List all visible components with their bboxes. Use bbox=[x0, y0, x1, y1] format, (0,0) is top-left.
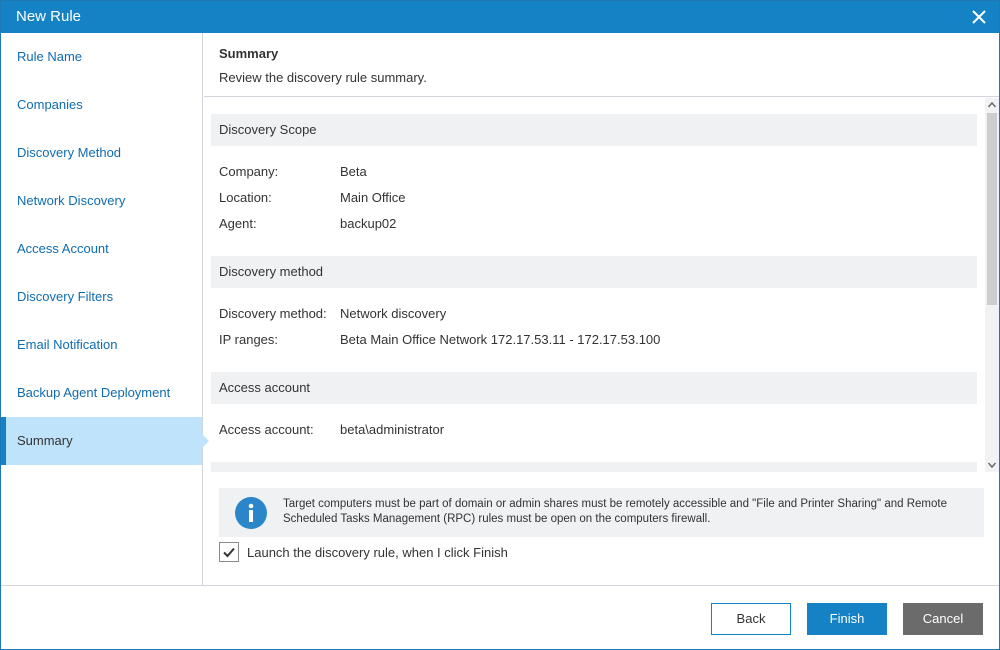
summary-value: Beta bbox=[340, 164, 367, 179]
step-email-notification[interactable]: Email Notification bbox=[1, 321, 202, 369]
summary-value: backup02 bbox=[340, 216, 397, 231]
wizard-step-list: Rule Name Companies Discovery Method Net… bbox=[1, 33, 209, 585]
page-subtitle: Review the discovery rule summary. bbox=[219, 70, 427, 85]
summary-value: beta\administrator bbox=[340, 422, 445, 437]
step-network-discovery[interactable]: Network Discovery bbox=[1, 177, 202, 225]
step-discovery-method[interactable]: Discovery Method bbox=[1, 129, 202, 177]
close-icon[interactable] bbox=[967, 5, 991, 29]
title-bar: New Rule bbox=[1, 1, 999, 33]
summary-key: Company: bbox=[219, 164, 279, 179]
dialog-footer: Back Finish Cancel bbox=[1, 585, 999, 649]
step-companies[interactable]: Companies bbox=[1, 81, 202, 129]
step-discovery-filters[interactable]: Discovery Filters bbox=[1, 273, 202, 321]
page-header: Summary Review the discovery rule summar… bbox=[204, 33, 999, 97]
section-heading-partial bbox=[211, 462, 977, 472]
section-heading-discovery-method: Discovery method bbox=[211, 256, 977, 288]
step-access-account[interactable]: Access Account bbox=[1, 225, 202, 273]
info-icon bbox=[235, 497, 267, 529]
summary-panel: Discovery Scope Company: Beta Location: … bbox=[204, 98, 999, 472]
firewall-info-box: Target computers must be part of domain … bbox=[219, 488, 984, 537]
summary-value: Main Office bbox=[340, 190, 406, 205]
summary-key: Agent: bbox=[219, 216, 257, 231]
summary-key: Discovery method: bbox=[219, 306, 327, 321]
info-message: Target computers must be part of domain … bbox=[283, 498, 947, 525]
summary-key: Location: bbox=[219, 190, 272, 205]
summary-value: Beta Main Office Network 172.17.53.11 - … bbox=[340, 332, 661, 347]
page-title: Summary bbox=[219, 46, 279, 61]
step-summary-label: Summary bbox=[17, 433, 73, 448]
summary-scrollbar[interactable] bbox=[985, 98, 999, 472]
cancel-button[interactable]: Cancel bbox=[903, 603, 983, 635]
launch-rule-checkbox[interactable] bbox=[219, 542, 239, 562]
launch-rule-label[interactable]: Launch the discovery rule, when I click … bbox=[247, 545, 508, 560]
new-rule-dialog: New Rule Rule Name Companies Discovery M… bbox=[0, 0, 1000, 650]
summary-key: Access account: bbox=[219, 422, 314, 437]
step-summary[interactable]: Summary bbox=[1, 417, 209, 465]
dialog-title: New Rule bbox=[16, 8, 82, 25]
back-button[interactable]: Back bbox=[711, 603, 791, 635]
scroll-up-icon[interactable] bbox=[985, 98, 999, 112]
scroll-down-icon[interactable] bbox=[985, 458, 999, 472]
section-heading-discovery-scope: Discovery Scope bbox=[211, 114, 977, 146]
step-backup-agent-deployment[interactable]: Backup Agent Deployment bbox=[1, 369, 202, 417]
step-rule-name[interactable]: Rule Name bbox=[1, 33, 202, 81]
section-heading-access-account: Access account bbox=[211, 372, 977, 404]
finish-button[interactable]: Finish bbox=[807, 603, 887, 635]
summary-value: Network discovery bbox=[340, 306, 447, 321]
scroll-thumb[interactable] bbox=[987, 113, 997, 305]
summary-key: IP ranges: bbox=[219, 332, 279, 347]
